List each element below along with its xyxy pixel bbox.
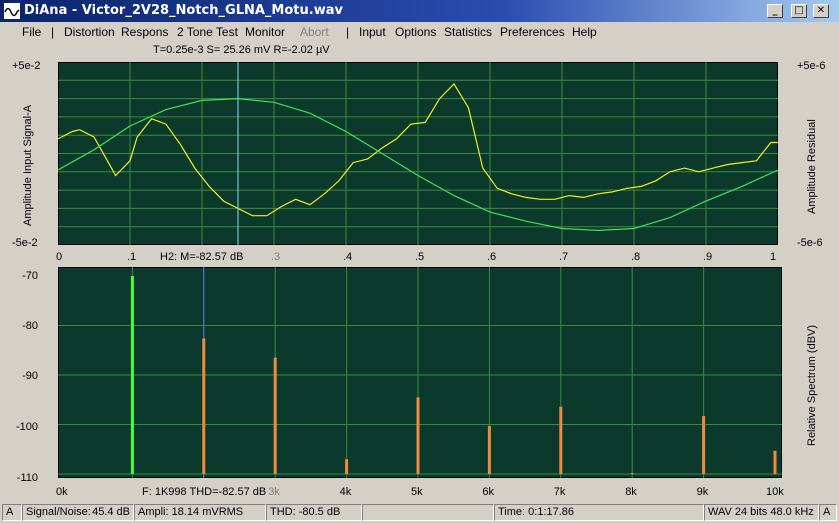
menu-help[interactable]: Help [572,25,597,39]
y-left-min-label: -5e-2 [12,237,38,249]
y-right-max-label: +5e-6 [797,60,826,72]
status-mode-right[interactable]: A [819,504,837,521]
spectrum-x-tick-label: 7k [553,486,566,498]
minimize-button[interactable]: _ [767,4,783,18]
status-time: Time: 0:1:17.86 [494,504,704,521]
spectrum-x-tick-label: 3k [268,486,280,498]
waveform-x-tick-label: .9 [703,251,713,263]
spectrum-axis-label: Relative Spectrum (dBV) [806,324,818,446]
menu-distortion[interactable]: Distortion [64,25,115,39]
status-ampli: Ampli: 18.14 mVRMS [134,504,266,521]
status-mode-left[interactable]: A [2,504,22,521]
menu-bar: File | Distortion Respons 2 Tone Test Mo… [0,22,839,40]
waveform-chart[interactable] [58,62,778,245]
app-icon[interactable] [4,3,20,19]
spectrum-y-tick-label: -100 [15,421,38,433]
signal-noise-value: 45.4 dB [92,506,130,518]
status-format: WAV 24 bits 48.0 kHz [704,504,819,521]
window-title: DiAna - Victor_2V28_Notch_GLNA_Motu.wav [24,3,343,18]
close-button[interactable]: ✕ [813,4,829,18]
harmonic-bar [345,459,349,474]
status-signal-noise: Signal/Noise: 45.4 dB [22,504,134,521]
waveform-x-tick-label: .5 [415,251,425,263]
close-icon: ✕ [816,5,826,16]
harmonic-bar [630,473,634,475]
status-thd: THD: -80.5 dB [266,504,362,521]
waveform-x-tick-label: .7 [559,251,569,263]
harmonic-bar [487,425,491,474]
title-bar: DiAna - Victor_2V28_Notch_GLNA_Motu.wav … [0,0,839,22]
harmonic-bar [202,338,206,474]
harmonic-bar [273,357,277,474]
cursor-readout: T=0.25e-3 S= 25.26 mV R=-2.02 µV [153,44,330,56]
harmonic-bar [702,416,706,474]
spectrum-chart[interactable] [58,267,782,478]
fundamental-bar [130,276,134,474]
minimize-icon: _ [772,5,778,16]
spectrum-x-tick-label: 4k [339,486,352,498]
spectrum-x-tick-label: 9k [696,486,709,498]
waveform-x-tick-label: 0 [56,251,63,263]
spectrum-x-tick-label: 8k [625,486,637,498]
waveform-x-tick-label: .6 [487,251,497,263]
spectrum-x-tick-label: 0k [56,486,68,498]
harmonic-bar [559,406,563,474]
maximize-button[interactable]: □ [791,4,807,18]
y-left-axis-label: Amplitude Input Signal-A [22,104,34,226]
status-bar: A Signal/Noise: 45.4 dB Ampli: 18.14 mVR… [0,502,839,524]
harmonic-bar [773,450,777,474]
waveform-x-tick-label: .1 [127,251,137,263]
menu-statistics[interactable]: Statistics [444,25,492,39]
menu-input[interactable]: Input [359,25,386,39]
spectrum-x-tick-label: 5k [411,486,423,498]
status-empty [362,504,494,521]
spectrum-x-tick-label: 10k [766,486,784,498]
harmonic-bar [416,397,420,474]
waveform-x-tick-label: .8 [631,251,641,263]
spectrum-x-tick-label: 6k [482,486,495,498]
harmonic-cursor-label: H2: M=-82.57 dB [160,251,244,263]
spectrum-cursor-label: F: 1K998 THD=-82.57 dB [142,486,267,498]
waveform-x-tick-label: .3 [271,251,281,263]
spectrum-y-tick-label: -70 [22,270,38,282]
y-right-axis-label: Amplitude Residual [806,119,818,214]
menu-2-tone-test[interactable]: 2 Tone Test [177,25,238,39]
menu-file[interactable]: File [22,25,41,39]
menu-monitor[interactable]: Monitor [245,25,285,39]
menu-separator: | [346,25,350,39]
waveform-x-tick-label: 1 [770,251,777,263]
menu-separator: | [51,25,55,39]
menu-options[interactable]: Options [395,25,436,39]
waveform-x-tick-label: .4 [343,251,353,263]
spectrum-y-tick-label: -80 [22,320,38,332]
menu-abort: Abort [300,25,329,39]
maximize-icon: □ [794,5,804,16]
spectrum-y-tick-label: -110 [16,472,38,484]
y-right-min-label: -5e-6 [797,237,823,249]
y-left-max-label: +5e-2 [12,60,41,72]
spectrum-y-tick-label: -90 [22,370,38,382]
signal-noise-label: Signal/Noise: [26,506,91,518]
menu-preferences[interactable]: Preferences [500,25,565,39]
menu-respons[interactable]: Respons [121,25,168,39]
